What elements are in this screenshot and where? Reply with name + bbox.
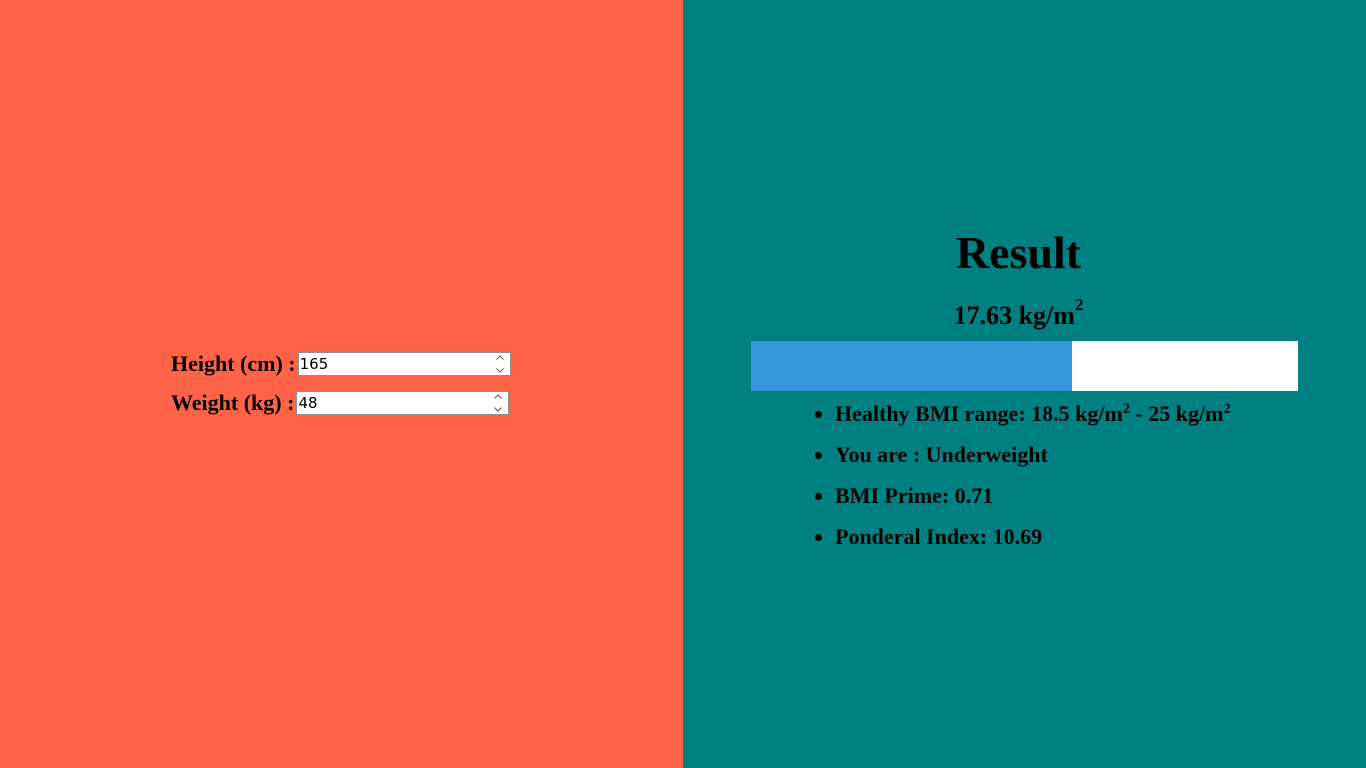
range-exponent-1: 2 bbox=[1122, 401, 1130, 417]
weight-input[interactable] bbox=[297, 392, 489, 414]
range-mid: - 25 kg/m bbox=[1129, 401, 1224, 426]
bullet-icon bbox=[815, 411, 822, 418]
height-field-wrapper bbox=[297, 352, 511, 376]
result-details-list: Healthy BMI range: 18.5 kg/m2 - 25 kg/m2… bbox=[815, 396, 1231, 560]
bmi-form: Height (cm) : Weight (kg) : bbox=[171, 350, 511, 428]
bmi-progress-bar bbox=[751, 341, 1298, 391]
bullet-icon bbox=[815, 493, 822, 500]
height-row: Height (cm) : bbox=[171, 350, 511, 378]
bmi-unit-exponent: 2 bbox=[1074, 295, 1084, 315]
bullet-icon bbox=[815, 452, 822, 459]
range-exponent-2: 2 bbox=[1223, 401, 1231, 417]
chevron-up-icon[interactable] bbox=[495, 355, 504, 360]
height-label: Height (cm) : bbox=[171, 351, 296, 376]
bmi-prime-text: BMI Prime: 0.71 bbox=[835, 483, 994, 508]
input-panel: Height (cm) : Weight (kg) : bbox=[0, 0, 683, 768]
chevron-down-icon[interactable] bbox=[495, 368, 504, 373]
bmi-value: 17.63 kg/m2 bbox=[683, 295, 1354, 331]
app-container: Height (cm) : Weight (kg) : bbox=[0, 0, 1366, 768]
chevron-down-icon[interactable] bbox=[494, 407, 503, 412]
result-title: Result bbox=[955, 227, 1082, 278]
range-prefix: Healthy BMI range: 18.5 kg/m bbox=[835, 401, 1123, 426]
weight-label: Weight (kg) : bbox=[171, 390, 295, 415]
weight-row: Weight (kg) : bbox=[171, 389, 511, 417]
list-item-ponderal-index: Ponderal Index: 10.69 bbox=[815, 519, 1231, 560]
bullet-icon bbox=[815, 534, 822, 541]
bmi-value-text: 17.63 kg/m bbox=[953, 301, 1075, 330]
chevron-up-icon[interactable] bbox=[494, 394, 503, 399]
category-text: You are : Underweight bbox=[835, 442, 1048, 467]
weight-spinner[interactable] bbox=[491, 394, 505, 412]
bmi-progress-fill bbox=[751, 341, 1073, 391]
list-item-bmi-prime: BMI Prime: 0.71 bbox=[815, 478, 1231, 519]
list-item-category: You are : Underweight bbox=[815, 437, 1231, 478]
list-item-healthy-range: Healthy BMI range: 18.5 kg/m2 - 25 kg/m2 bbox=[815, 396, 1231, 437]
ponderal-index-text: Ponderal Index: 10.69 bbox=[835, 524, 1043, 549]
height-input[interactable] bbox=[298, 353, 490, 375]
result-panel: Result 17.63 kg/m2 Healthy BMI range: 18… bbox=[683, 0, 1366, 768]
height-spinner[interactable] bbox=[493, 355, 507, 373]
weight-field-wrapper bbox=[296, 391, 510, 415]
